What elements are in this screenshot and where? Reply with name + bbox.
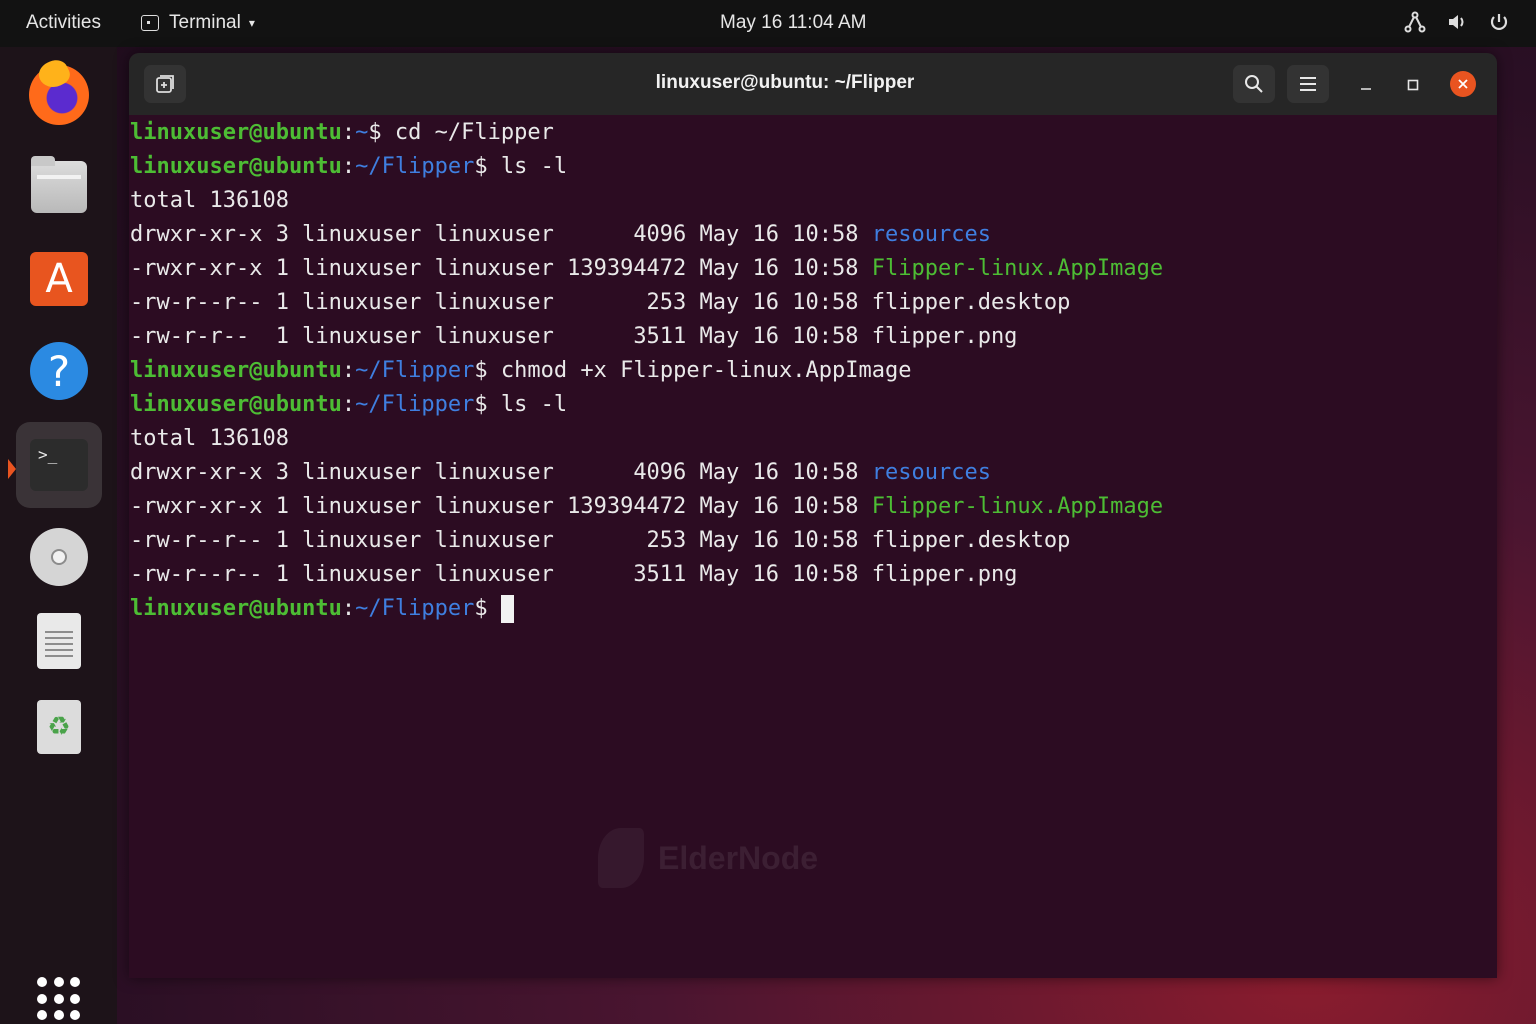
app-menu-label: Terminal [169, 12, 241, 33]
volume-icon[interactable] [1446, 11, 1468, 33]
prompt-line: linuxuser@ubuntu:~/Flipper$ chmod +x Fli… [130, 358, 912, 383]
firefox-icon [29, 65, 89, 125]
search-icon [1245, 75, 1263, 93]
title-bar[interactable]: linuxuser@ubuntu: ~/Flipper [129, 53, 1497, 115]
hamburger-menu-icon [1300, 77, 1316, 91]
app-menu[interactable]: Terminal ▾ [141, 12, 255, 34]
maximize-icon [1407, 79, 1419, 91]
files-icon [31, 156, 87, 213]
dock-files[interactable] [16, 144, 102, 230]
minimize-button[interactable] [1353, 72, 1379, 98]
menu-button[interactable] [1287, 65, 1329, 103]
listing-line: -rw-r-r-- 1 linuxuser linuxuser 3511 May… [130, 324, 1018, 349]
active-indicator [8, 459, 16, 479]
top-bar: Activities Terminal ▾ May 16 11:04 AM [0, 0, 1536, 47]
output-line: total 136108 [130, 426, 289, 451]
listing-line: -rw-r--r-- 1 linuxuser linuxuser 253 May… [130, 528, 1071, 553]
listing-line: -rwxr-xr-x 1 linuxuser linuxuser 1393944… [130, 494, 1164, 519]
activities-button[interactable]: Activities [26, 12, 101, 34]
terminal-icon: >_ [30, 439, 88, 491]
dock-software[interactable]: A [16, 236, 102, 322]
dock-terminal[interactable]: >_ [16, 422, 102, 508]
prompt-line: linuxuser@ubuntu:~/Flipper$ ls -l [130, 392, 568, 417]
close-icon [1458, 79, 1468, 89]
listing-line: drwxr-xr-x 3 linuxuser linuxuser 4096 Ma… [130, 222, 991, 247]
prompt-line: linuxuser@ubuntu:~/Flipper$ [130, 592, 1497, 626]
clock[interactable]: May 16 11:04 AM [720, 12, 866, 34]
dock: A ? >_ ♻ [0, 47, 117, 1024]
software-store-icon: A [30, 252, 88, 306]
minimize-icon [1361, 88, 1371, 90]
dock-help[interactable]: ? [16, 328, 102, 414]
help-icon: ? [30, 342, 88, 400]
watermark-text: ElderNode [658, 839, 819, 876]
prompt-line: linuxuser@ubuntu:~/Flipper$ ls -l [130, 154, 568, 179]
listing-line: -rwxr-xr-x 1 linuxuser linuxuser 1393944… [130, 256, 1164, 281]
dock-text-editor[interactable] [16, 598, 102, 684]
dock-disc[interactable] [16, 514, 102, 600]
show-apps-grid-icon[interactable] [37, 977, 81, 1021]
power-icon[interactable] [1488, 11, 1510, 33]
search-button[interactable] [1233, 65, 1275, 103]
chevron-down-icon: ▾ [248, 16, 255, 30]
dock-trash[interactable]: ♻ [16, 684, 102, 770]
text-cursor [500, 595, 514, 623]
prompt-line: linuxuser@ubuntu:~$ cd ~/Flipper [130, 120, 554, 145]
watermark-logo-icon [598, 828, 644, 888]
network-icon[interactable] [1404, 11, 1426, 33]
terminal-app-icon [141, 15, 159, 31]
disc-icon [30, 528, 88, 586]
maximize-button[interactable] [1400, 72, 1426, 98]
listing-line: -rw-r--r-- 1 linuxuser linuxuser 253 May… [130, 290, 1071, 315]
trash-icon: ♻ [37, 700, 81, 754]
system-tray[interactable] [1404, 11, 1510, 33]
output-line: total 136108 [130, 188, 289, 213]
listing-line: drwxr-xr-x 3 linuxuser linuxuser 4096 Ma… [130, 460, 991, 485]
listing-line: -rw-r--r-- 1 linuxuser linuxuser 3511 Ma… [130, 562, 1018, 587]
watermark: ElderNode [598, 828, 818, 888]
document-icon [37, 613, 81, 669]
dock-firefox[interactable] [16, 52, 102, 138]
close-button[interactable] [1450, 71, 1476, 97]
